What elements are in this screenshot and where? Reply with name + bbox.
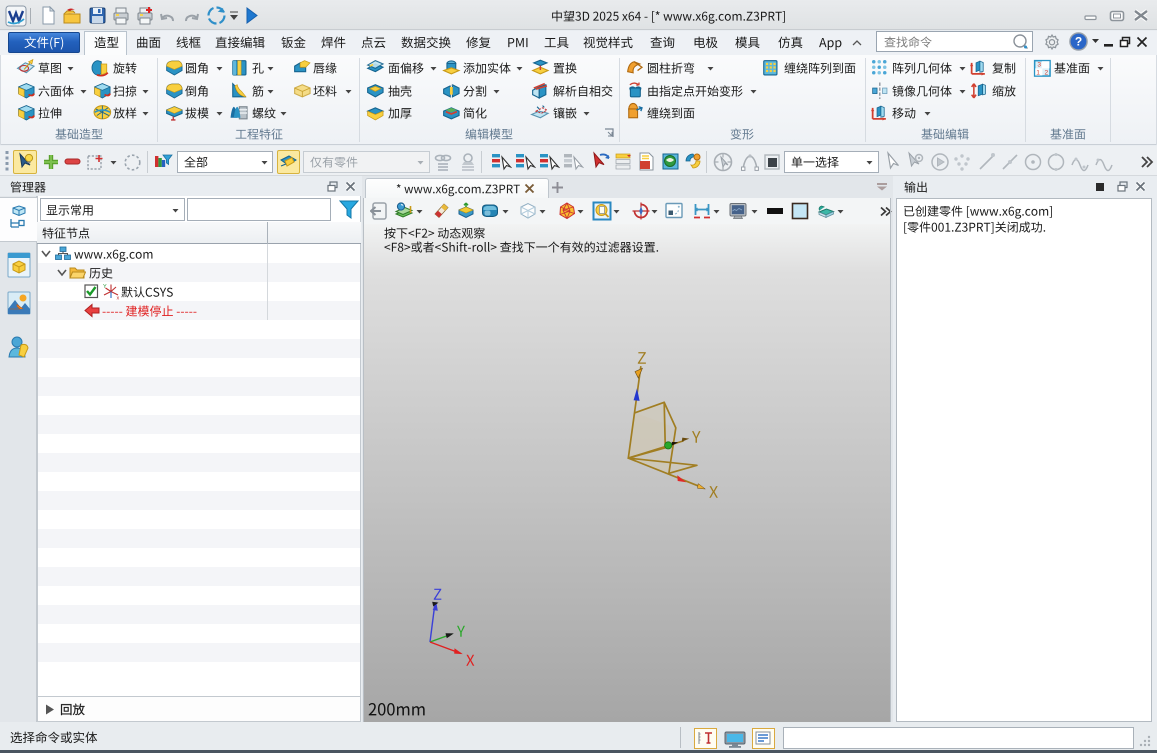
- svg-text:2: 2: [1045, 69, 1049, 76]
- svg-text:Y: Y: [103, 284, 107, 290]
- svg-text:x: x: [117, 296, 120, 301]
- svg-text:3: 3: [1037, 62, 1041, 69]
- svg-text:?: ?: [1075, 35, 1082, 49]
- svg-text:1: 1: [1036, 69, 1040, 76]
